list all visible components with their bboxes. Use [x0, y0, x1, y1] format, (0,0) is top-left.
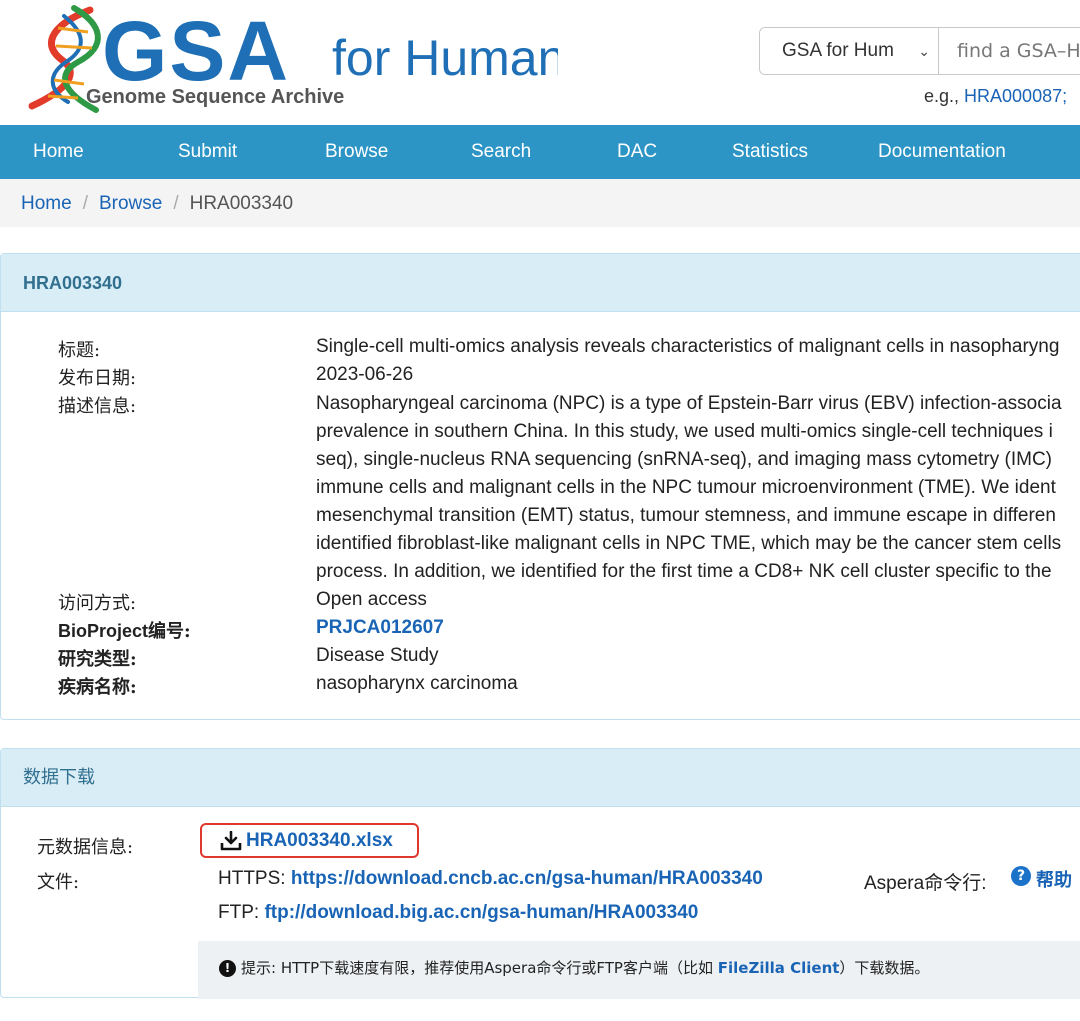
example-link[interactable]: HRA000087;: [964, 86, 1067, 106]
ftp-row: FTP: ftp://download.big.ac.cn/gsa-human/…: [218, 902, 698, 924]
ftp-link[interactable]: ftp://download.big.ac.cn/gsa-human/HRA00…: [264, 902, 698, 923]
breadcrumb-home[interactable]: Home: [21, 193, 72, 214]
chevron-down-icon: ⌄: [918, 43, 930, 59]
tip-text: 提示: HTTP下载速度有限，推荐使用Aspera命令行或FTP客户端（比如 F…: [241, 957, 929, 978]
access-label: 访问方式:: [58, 593, 137, 614]
description-line: identified fibroblast-like malignant cel…: [316, 533, 1062, 554]
search-select-value: GSA for Hum: [782, 40, 894, 61]
release-date-value: 2023-06-26: [316, 364, 414, 385]
help-link[interactable]: 帮助: [1036, 866, 1072, 892]
example-prefix: e.g.,: [924, 86, 965, 106]
bioproject-label-suffix: 编号:: [148, 621, 191, 642]
https-row: HTTPS: https://download.cncb.ac.cn/gsa-h…: [218, 868, 763, 890]
bioproject-value: PRJCA012607: [316, 617, 444, 639]
search-example: e.g., HRA000087;: [924, 86, 1067, 107]
metadata-label: 元数据信息:: [37, 837, 134, 858]
description-line: seq), single-nucleus RNA sequencing (snR…: [316, 449, 1052, 470]
nav-documentation[interactable]: Documentation: [878, 125, 1006, 179]
study-type-label: 研究类型:: [58, 649, 137, 670]
breadcrumb-current: HRA003340: [189, 193, 294, 214]
bioproject-link[interactable]: PRJCA012607: [316, 617, 444, 638]
description-line: process. In addition, we identified for …: [316, 561, 1052, 582]
title-label: 标题:: [58, 340, 101, 361]
download-icon: [220, 831, 242, 851]
search-input[interactable]: find a GSA–H: [939, 27, 1080, 75]
breadcrumb-separator: /: [82, 193, 88, 214]
logo-main-text: GSA: [102, 4, 290, 98]
logo-subtitle-text: Genome Sequence Archive: [86, 86, 344, 108]
release-date-label: 发布日期:: [58, 368, 137, 389]
breadcrumb: Home / Browse / HRA003340: [0, 179, 1080, 227]
tip-prefix: 提示: HTTP下载速度有限，推荐使用Aspera命令行或FTP客户端（比如: [241, 959, 718, 977]
breadcrumb-browse[interactable]: Browse: [99, 193, 162, 214]
record-panel-title: HRA003340: [1, 254, 1080, 312]
nav-browse[interactable]: Browse: [325, 125, 388, 179]
description-label: 描述信息:: [58, 396, 137, 417]
tip-suffix: ）下载数据。: [839, 959, 930, 977]
bioproject-label: BioProject编号:: [58, 617, 191, 643]
bioproject-label-prefix: BioProject: [58, 621, 149, 641]
metadata-file-link[interactable]: HRA003340.xlsx: [200, 823, 419, 858]
metadata-file-name: HRA003340.xlsx: [246, 830, 393, 851]
download-panel-title: 数据下载: [1, 749, 1080, 807]
nav-dac[interactable]: DAC: [617, 125, 657, 179]
https-label: HTTPS:: [218, 868, 291, 889]
ftp-label: FTP:: [218, 902, 265, 923]
nav-submit[interactable]: Submit: [178, 125, 237, 179]
search-database-select[interactable]: GSA for Hum ⌄: [759, 27, 939, 75]
description-line: Nasopharyngeal carcinoma (NPC) is a type…: [316, 393, 1062, 414]
filezilla-link[interactable]: FileZilla Client: [718, 959, 840, 977]
logo-suffix-text: for Human: [332, 30, 558, 86]
files-label: 文件:: [37, 872, 80, 893]
gsa-logo[interactable]: GSA for Human Genome Sequence Archive: [18, 2, 558, 120]
aspera-label: Aspera命令行:: [864, 873, 987, 894]
nav-home[interactable]: Home: [33, 125, 84, 179]
site-header: GSA for Human Genome Sequence Archive GS…: [0, 0, 1080, 125]
description-line: immune cells and malignant cells in the …: [316, 477, 1056, 498]
title-value: Single-cell multi-omics analysis reveals…: [316, 336, 1060, 357]
breadcrumb-separator: /: [173, 193, 179, 214]
access-value: Open access: [316, 589, 427, 610]
https-link[interactable]: https://download.cncb.ac.cn/gsa-human/HR…: [291, 868, 763, 889]
nav-statistics[interactable]: Statistics: [732, 125, 808, 179]
help-icon[interactable]: ?: [1011, 866, 1031, 886]
description-line: prevalence in southern China. In this st…: [316, 421, 1053, 442]
nav-search[interactable]: Search: [471, 125, 531, 179]
description-line: mesenchymal transition (EMT) status, tum…: [316, 505, 1056, 526]
main-nav: Home Submit Browse Search DAC Statistics…: [0, 125, 1080, 179]
exclamation-icon: !: [219, 960, 236, 977]
description-value: Nasopharyngeal carcinoma (NPC) is a type…: [316, 390, 1080, 586]
disease-label: 疾病名称:: [58, 677, 137, 698]
download-tip: ! 提示: HTTP下载速度有限，推荐使用Aspera命令行或FTP客户端（比如…: [198, 941, 1080, 999]
study-type-value: Disease Study: [316, 645, 439, 666]
disease-value: nasopharynx carcinoma: [316, 673, 518, 694]
